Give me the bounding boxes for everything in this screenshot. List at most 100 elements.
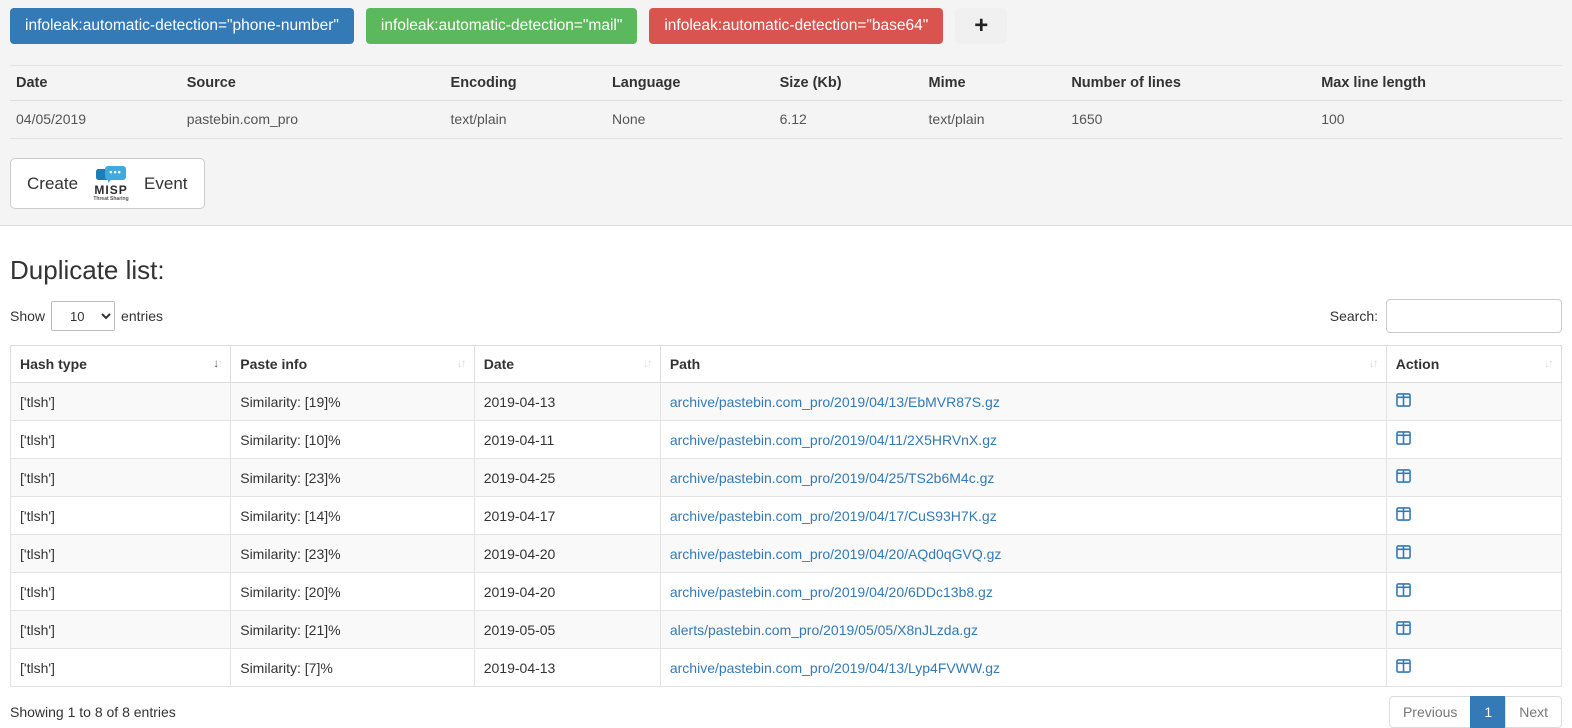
duplicate-row: ['tlsh'] Similarity: [21]% 2019-05-05 al…	[11, 611, 1562, 649]
paste-info-cell: Similarity: [14]%	[231, 497, 475, 535]
hash-type-cell: ['tlsh']	[11, 497, 231, 535]
date-cell: 2019-04-13	[474, 649, 660, 687]
infoleak-tag[interactable]: infoleak:automatic-detection="base64"	[649, 8, 943, 44]
show-paste-columns-icon[interactable]	[1396, 659, 1411, 673]
search-control: Search:	[1330, 299, 1562, 333]
tags-bar: infoleak:automatic-detection="phone-numb…	[10, 8, 1562, 44]
duplicate-row: ['tlsh'] Similarity: [23]% 2019-04-25 ar…	[11, 459, 1562, 497]
create-misp-event-button[interactable]: Create ••• MISP Threat Sharing Event	[10, 158, 205, 209]
meta-value-date: 04/05/2019	[10, 101, 181, 139]
paste-path-link[interactable]: archive/pastebin.com_pro/2019/04/13/Lyp4…	[670, 660, 1000, 676]
paste-path-link[interactable]: archive/pastebin.com_pro/2019/04/25/TS2b…	[670, 470, 995, 486]
column-header-path[interactable]: Path ↓↑	[660, 346, 1386, 383]
infoleak-tag[interactable]: infoleak:automatic-detection="mail"	[366, 8, 637, 44]
meta-header-maxlen: Max line length	[1315, 66, 1562, 101]
page-length-select[interactable]: 10	[51, 301, 115, 331]
duplicate-row: ['tlsh'] Similarity: [23]% 2019-04-20 ar…	[11, 535, 1562, 573]
pagination: Previous 1 Next	[1389, 696, 1562, 728]
meta-header-encoding: Encoding	[445, 66, 606, 101]
date-cell: 2019-04-11	[474, 421, 660, 459]
misp-button-suffix: Event	[144, 174, 187, 194]
add-tag-button[interactable]: +	[955, 8, 1007, 44]
date-cell: 2019-05-05	[474, 611, 660, 649]
paste-info-cell: Similarity: [7]%	[231, 649, 475, 687]
date-cell: 2019-04-20	[474, 573, 660, 611]
date-cell: 2019-04-13	[474, 383, 660, 421]
meta-value-encoding: text/plain	[445, 101, 606, 139]
paste-path-link[interactable]: archive/pastebin.com_pro/2019/04/20/AQd0…	[670, 546, 1002, 562]
sort-icon: ↓↑	[643, 356, 651, 370]
paste-info-cell: Similarity: [21]%	[231, 611, 475, 649]
paste-info-cell: Similarity: [20]%	[231, 573, 475, 611]
paste-info-cell: Similarity: [23]%	[231, 535, 475, 573]
meta-value-language: None	[606, 101, 774, 139]
search-label: Search:	[1330, 308, 1378, 324]
paste-info-cell: Similarity: [23]%	[231, 459, 475, 497]
sort-icon: ↓↑	[213, 356, 221, 370]
paste-path-link[interactable]: archive/pastebin.com_pro/2019/04/17/CuS9…	[670, 508, 997, 524]
duplicate-row: ['tlsh'] Similarity: [20]% 2019-04-20 ar…	[11, 573, 1562, 611]
duplicate-row: ['tlsh'] Similarity: [10]% 2019-04-11 ar…	[11, 421, 1562, 459]
duplicate-row: ['tlsh'] Similarity: [7]% 2019-04-13 arc…	[11, 649, 1562, 687]
show-label: Show	[10, 308, 45, 324]
hash-type-cell: ['tlsh']	[11, 535, 231, 573]
column-header-hash-type[interactable]: Hash type ↓↑	[11, 346, 231, 383]
duplicate-row: ['tlsh'] Similarity: [14]% 2019-04-17 ar…	[11, 497, 1562, 535]
showing-entries-info: Showing 1 to 8 of 8 entries	[10, 704, 176, 720]
hash-type-cell: ['tlsh']	[11, 573, 231, 611]
entries-label: entries	[121, 308, 163, 324]
show-paste-columns-icon[interactable]	[1396, 507, 1411, 521]
show-paste-columns-icon[interactable]	[1396, 545, 1411, 559]
meta-header-date: Date	[10, 66, 181, 101]
show-paste-columns-icon[interactable]	[1396, 393, 1411, 407]
show-paste-columns-icon[interactable]	[1396, 469, 1411, 483]
sort-icon: ↓↑	[1544, 356, 1552, 370]
sort-icon: ↓↑	[457, 356, 465, 370]
pagination-previous[interactable]: Previous	[1389, 696, 1471, 728]
duplicate-table: Hash type ↓↑ Paste info ↓↑ Date ↓↑ Path …	[10, 345, 1562, 687]
column-header-action[interactable]: Action ↓↑	[1386, 346, 1561, 383]
hash-type-cell: ['tlsh']	[11, 459, 231, 497]
paste-path-link[interactable]: archive/pastebin.com_pro/2019/04/13/EbMV…	[670, 394, 1000, 410]
meta-header-mime: Mime	[923, 66, 1066, 101]
meta-value-lines: 1650	[1065, 101, 1315, 139]
duplicate-table-body: ['tlsh'] Similarity: [19]% 2019-04-13 ar…	[11, 383, 1562, 687]
column-header-paste-info[interactable]: Paste info ↓↑	[231, 346, 475, 383]
hash-type-cell: ['tlsh']	[11, 383, 231, 421]
paste-path-link[interactable]: archive/pastebin.com_pro/2019/04/11/2X5H…	[670, 432, 997, 448]
meta-header-lines: Number of lines	[1065, 66, 1315, 101]
page-length-control: Show 10 entries	[10, 301, 163, 331]
misp-logo-icon: ••• MISP Threat Sharing	[87, 166, 135, 202]
meta-value-source: pastebin.com_pro	[181, 101, 445, 139]
paste-metadata-panel: infoleak:automatic-detection="phone-numb…	[0, 0, 1572, 226]
infoleak-tag[interactable]: infoleak:automatic-detection="phone-numb…	[10, 8, 354, 44]
meta-value-mime: text/plain	[923, 101, 1066, 139]
duplicate-row: ['tlsh'] Similarity: [19]% 2019-04-13 ar…	[11, 383, 1562, 421]
metadata-table: Date Source Encoding Language Size (Kb) …	[10, 65, 1562, 139]
date-cell: 2019-04-25	[474, 459, 660, 497]
hash-type-cell: ['tlsh']	[11, 611, 231, 649]
pagination-page-1[interactable]: 1	[1470, 696, 1506, 728]
meta-header-source: Source	[181, 66, 445, 101]
hash-type-cell: ['tlsh']	[11, 421, 231, 459]
misp-button-prefix: Create	[27, 174, 78, 194]
meta-header-size: Size (Kb)	[774, 66, 923, 101]
show-paste-columns-icon[interactable]	[1396, 583, 1411, 597]
show-paste-columns-icon[interactable]	[1396, 621, 1411, 635]
paste-info-cell: Similarity: [10]%	[231, 421, 475, 459]
paste-path-link[interactable]: alerts/pastebin.com_pro/2019/05/05/X8nJL…	[670, 622, 978, 638]
hash-type-cell: ['tlsh']	[11, 649, 231, 687]
duplicate-list-title: Duplicate list:	[10, 255, 1562, 286]
sort-icon: ↓↑	[1369, 356, 1377, 370]
show-paste-columns-icon[interactable]	[1396, 431, 1411, 445]
paste-info-cell: Similarity: [19]%	[231, 383, 475, 421]
meta-value-size: 6.12	[774, 101, 923, 139]
meta-value-maxlen: 100	[1315, 101, 1562, 139]
column-header-date[interactable]: Date ↓↑	[474, 346, 660, 383]
meta-header-language: Language	[606, 66, 774, 101]
duplicate-list-panel: Duplicate list: Show 10 entries Search: …	[0, 255, 1572, 728]
pagination-next[interactable]: Next	[1505, 696, 1562, 728]
date-cell: 2019-04-20	[474, 535, 660, 573]
paste-path-link[interactable]: archive/pastebin.com_pro/2019/04/20/6DDc…	[670, 584, 993, 600]
search-input[interactable]	[1386, 299, 1562, 333]
